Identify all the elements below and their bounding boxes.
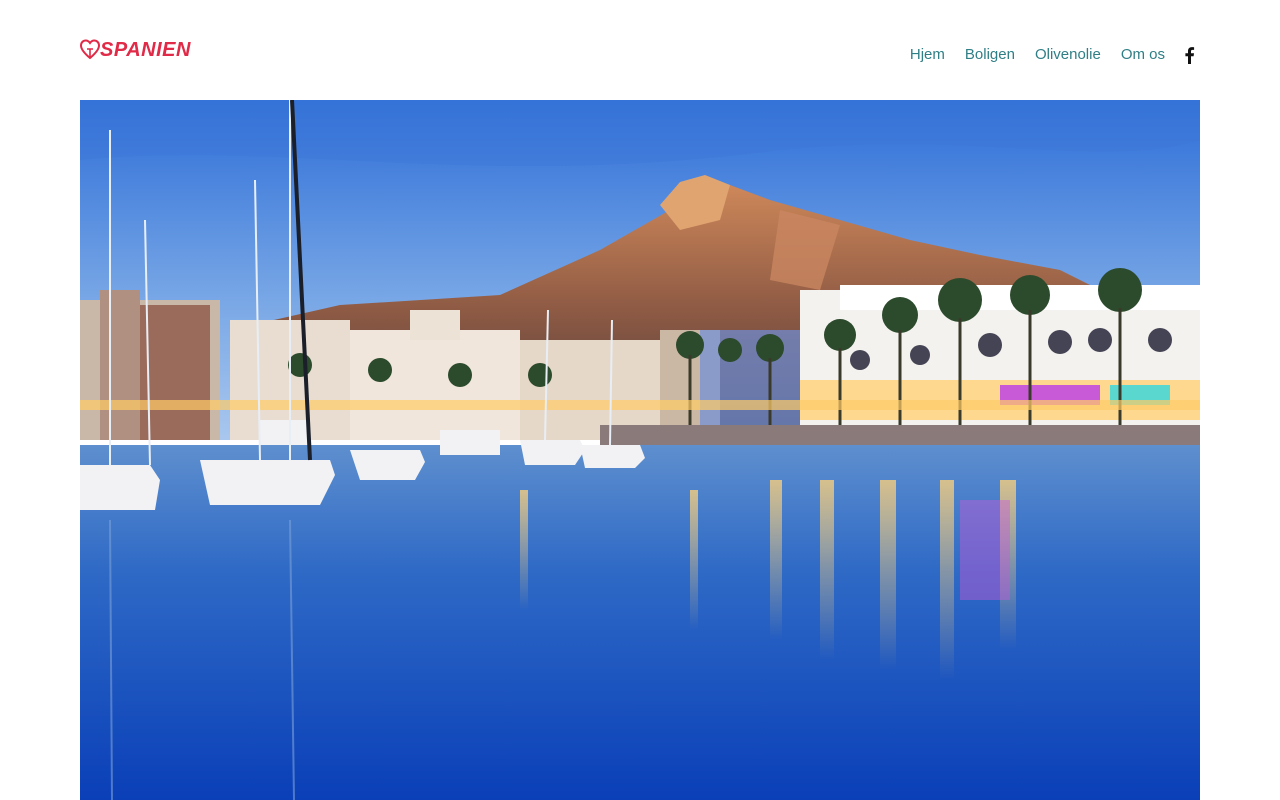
brand-logo[interactable]: SPANIEN bbox=[80, 38, 191, 62]
brand-name: SPANIEN bbox=[100, 39, 191, 61]
nav-item-hjem[interactable]: Hjem bbox=[910, 44, 945, 66]
hero-image bbox=[80, 100, 1200, 800]
heart-icon bbox=[80, 39, 100, 60]
site-header: SPANIEN Hjem Boligen Olivenolie Om os bbox=[0, 0, 1280, 100]
facebook-icon[interactable] bbox=[1181, 46, 1199, 64]
nav-item-om-os[interactable]: Om os bbox=[1121, 44, 1165, 66]
nav-item-boligen[interactable]: Boligen bbox=[965, 44, 1015, 66]
main-nav: Hjem Boligen Olivenolie Om os bbox=[910, 44, 1165, 66]
nav-item-olivenolie[interactable]: Olivenolie bbox=[1035, 44, 1101, 66]
harbor-photo bbox=[80, 100, 1200, 800]
